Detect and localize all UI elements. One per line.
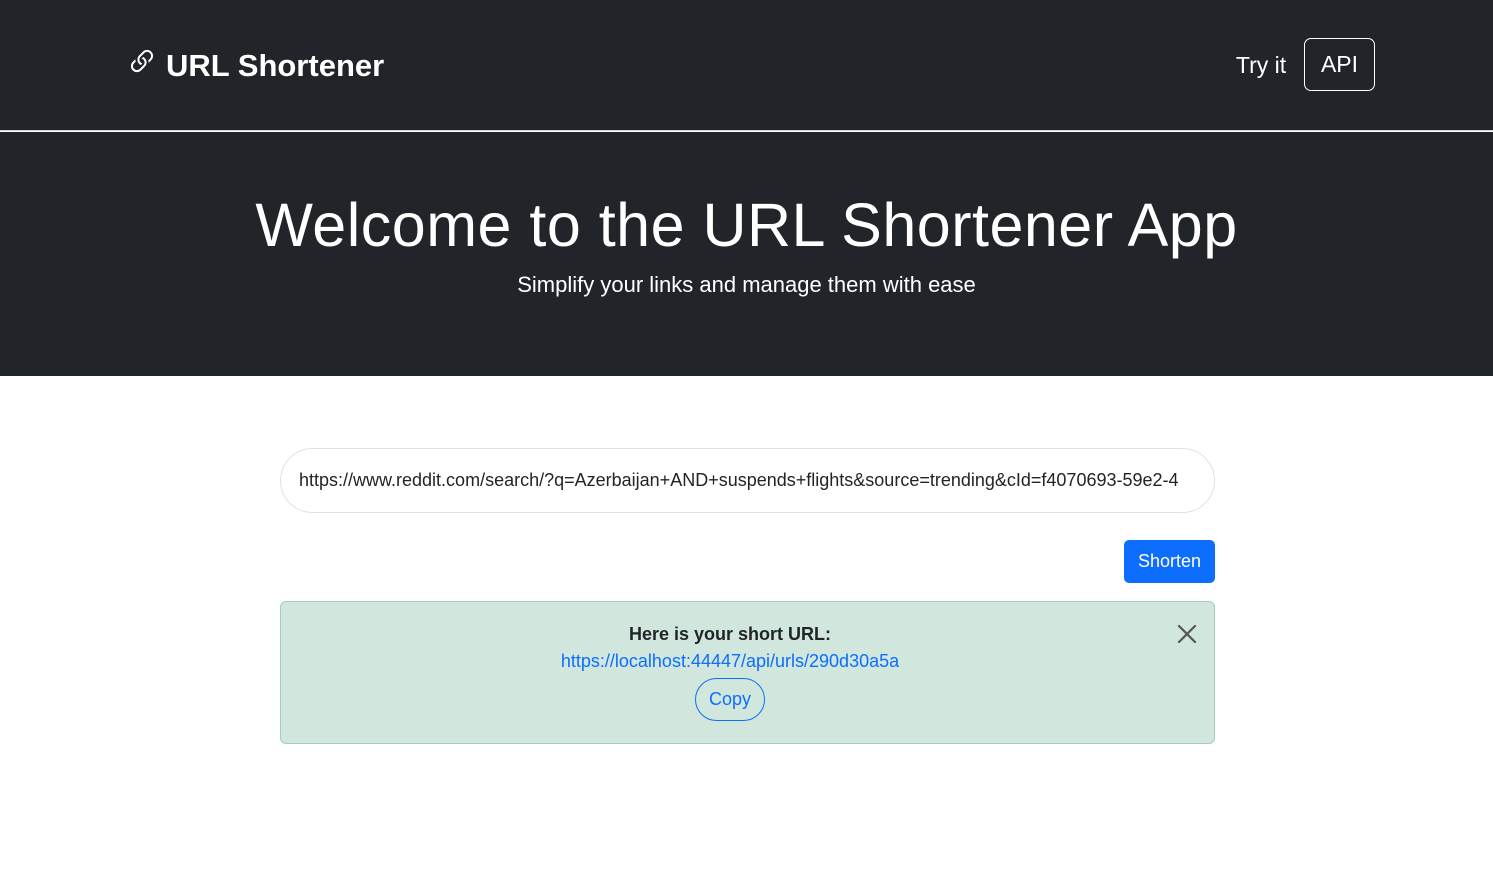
- hero-title: Welcome to the URL Shortener App: [255, 191, 1238, 259]
- navbar: URL Shortener Try it API: [0, 0, 1493, 131]
- alert-heading: Here is your short URL:: [628, 624, 832, 644]
- close-icon[interactable]: [1173, 620, 1201, 648]
- url-input[interactable]: [280, 448, 1215, 513]
- copy-button[interactable]: Copy: [695, 678, 765, 721]
- nav-try-it[interactable]: Try it: [1230, 44, 1292, 86]
- short-url-link[interactable]: https://localhost:44447/api/urls/290d30a…: [281, 651, 1179, 672]
- hero-section: Welcome to the URL Shortener App Simplif…: [0, 132, 1493, 376]
- shorten-button[interactable]: Shorten: [1124, 540, 1215, 583]
- hero-subtitle: Simplify your links and manage them with…: [517, 272, 976, 297]
- short-url-alert: Here is your short URL: https://localhos…: [280, 601, 1215, 744]
- brand-label: URL Shortener: [166, 48, 385, 83]
- nav-api-button[interactable]: API: [1304, 38, 1375, 91]
- link-icon: [126, 46, 158, 86]
- brand-link[interactable]: URL Shortener: [126, 44, 384, 88]
